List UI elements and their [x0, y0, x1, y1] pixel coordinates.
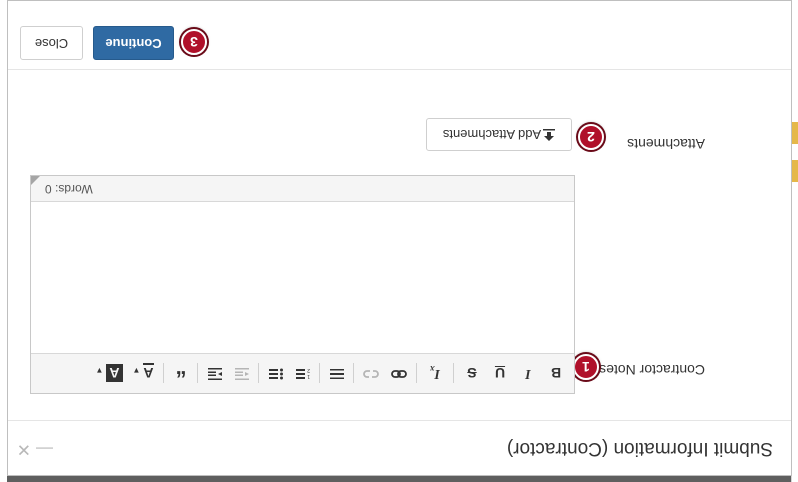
remove-format-button[interactable]: Ix: [424, 362, 446, 384]
close-button[interactable]: Close: [20, 26, 83, 60]
continue-button[interactable]: Continue: [93, 26, 174, 60]
numbered-list-button[interactable]: 12: [292, 362, 314, 384]
step-badge-3: 3: [181, 29, 207, 55]
blockquote-button[interactable]: “: [170, 357, 192, 384]
background-page-left: [791, 0, 798, 482]
toolbar-separator: [453, 363, 454, 383]
hr-icon: [330, 369, 344, 379]
ul-icon: [269, 368, 283, 380]
toolbar-separator: [163, 363, 164, 383]
editor-statusbar: Words: 0: [31, 176, 574, 202]
background-color-button[interactable]: A▼: [94, 362, 124, 384]
close-icon[interactable]: ✕: [17, 439, 31, 459]
horizontal-rule-button[interactable]: [326, 362, 348, 384]
resize-handle[interactable]: [31, 176, 40, 185]
italic-button[interactable]: I: [518, 362, 538, 384]
modal-header: Submit Information (Contractor) — ✕: [8, 420, 791, 475]
upload-icon: [543, 129, 556, 141]
underline-button[interactable]: U: [490, 362, 510, 384]
add-attachments-label: Add Attachments: [442, 127, 542, 142]
toolbar-separator: [353, 363, 354, 383]
link-button[interactable]: [388, 362, 410, 384]
step-badge-1: 1: [573, 354, 599, 380]
background-page-right: [0, 0, 7, 482]
minimize-icon[interactable]: —: [36, 439, 53, 459]
submit-information-modal: Submit Information (Contractor) — ✕ Cont…: [7, 0, 792, 476]
indent-icon: [208, 368, 222, 380]
chevron-down-icon: ▼: [95, 366, 104, 375]
strikethrough-button[interactable]: S: [462, 362, 482, 384]
add-attachments-button[interactable]: Add Attachments: [426, 118, 572, 151]
unlink-button[interactable]: [360, 362, 382, 384]
background-highlight: [792, 160, 798, 182]
background-highlight: [792, 122, 798, 144]
toolbar-separator: [197, 363, 198, 383]
contractor-notes-editor[interactable]: B I U S Ix 12 “ A▼ A▼ Words: 0: [30, 175, 575, 394]
toolbar-separator: [319, 363, 320, 383]
indent-button[interactable]: [204, 362, 226, 384]
attachments-label: Attachments: [627, 136, 705, 152]
contractor-notes-label: Contractor Notes: [599, 362, 705, 378]
word-count: Words: 0: [45, 182, 93, 196]
svg-text:1: 1: [307, 373, 310, 379]
link-icon: [391, 370, 407, 378]
outdent-icon: [235, 368, 249, 380]
unlink-icon: [363, 370, 379, 378]
modal-title: Submit Information (Contractor): [506, 438, 773, 459]
toolbar-separator: [258, 363, 259, 383]
step-badge-2: 2: [578, 124, 604, 150]
toolbar-separator: [416, 363, 417, 383]
screen: Submit Information (Contractor) — ✕ Cont…: [0, 0, 798, 482]
svg-text:2: 2: [307, 368, 310, 373]
bulleted-list-button[interactable]: [265, 362, 287, 384]
chevron-down-icon: ▼: [132, 366, 141, 375]
editor-toolbar: B I U S Ix 12 “ A▼ A▼: [31, 353, 574, 393]
bold-button[interactable]: B: [546, 362, 566, 384]
ol-icon: 12: [296, 367, 310, 379]
text-color-button[interactable]: A▼: [128, 362, 158, 384]
outdent-button[interactable]: [231, 362, 253, 384]
